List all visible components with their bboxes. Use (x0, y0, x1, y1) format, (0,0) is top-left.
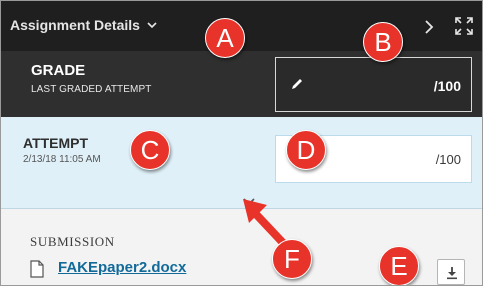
chevron-down-icon (147, 22, 157, 29)
assignment-details-title: Assignment Details (10, 17, 140, 33)
callout-a: A (205, 18, 245, 58)
assignment-details-toggle[interactable]: Assignment Details (10, 14, 158, 36)
submission-label: SUBMISSION (30, 234, 115, 249)
callout-d: D (286, 130, 326, 170)
attempt-out-of: /100 (435, 152, 461, 167)
pencil-icon (292, 79, 302, 89)
grade-input[interactable]: /100 (275, 57, 472, 112)
grade-subtitle: LAST GRADED ATTEMPT (31, 84, 152, 95)
callout-e: E (379, 246, 419, 285)
chevron-right-icon[interactable] (422, 18, 436, 36)
submission-file-link[interactable]: FAKEpaper2.docx (58, 259, 186, 276)
grade-out-of: /100 (433, 78, 461, 94)
callout-c: C (130, 130, 170, 170)
download-button[interactable] (437, 259, 465, 285)
document-icon (30, 260, 44, 278)
callout-b: B (363, 22, 403, 62)
grade-section: GRADE LAST GRADED ATTEMPT /100 (1, 51, 482, 117)
attempt-date: 2/13/18 11:05 AM (23, 154, 101, 165)
callout-f: F (272, 239, 312, 279)
attempt-title: ATTEMPT (23, 135, 89, 151)
assignment-details-panel: Assignment Details GRADE LAST GRADED ATT… (0, 0, 483, 286)
download-icon (447, 267, 457, 280)
grade-title: GRADE (31, 62, 86, 79)
expand-icon[interactable] (454, 16, 474, 36)
